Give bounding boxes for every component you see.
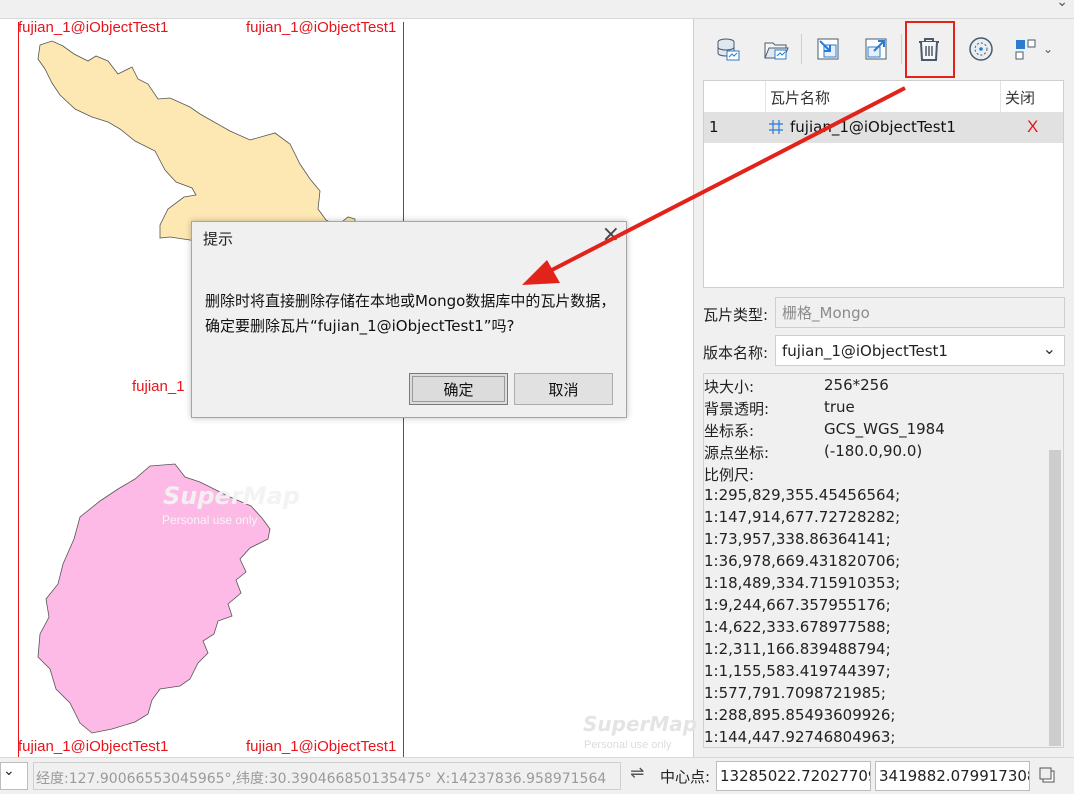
version-label: 版本名称: xyxy=(703,344,769,362)
info-value: (-180.0,90.0) xyxy=(824,442,923,460)
tile-type-label: 瓦片类型: xyxy=(703,306,769,324)
tile-label: fujian_1@iObjectTest1 xyxy=(246,738,397,755)
watermark-subtitle: Personal use only xyxy=(584,739,672,751)
ok-button[interactable]: 确定 xyxy=(409,373,508,405)
scrollbar-thumb[interactable] xyxy=(1049,450,1061,746)
scale-item: 1:36,978,669.431820706; xyxy=(704,552,901,570)
confirm-dialog: 提示 × 删除时将直接删除存储在本地或Mongo数据库中的瓦片数据，确定要删除瓦… xyxy=(191,221,627,418)
info-label: 块大小: xyxy=(704,378,755,396)
chevron-down-icon: ⌄ xyxy=(1042,42,1054,56)
row-tile-name: fujian_1@iObjectTest1 xyxy=(790,118,956,136)
col-close-header[interactable]: 关闭 xyxy=(1005,87,1035,108)
scale-item: 1:577,791.7098721985; xyxy=(704,684,886,702)
watermark-logo: SuperMap xyxy=(583,712,698,736)
scale-item: 1:144,447.92746804963; xyxy=(704,728,896,746)
globe-icon[interactable] xyxy=(962,30,1000,68)
dialog-message: 删除时将直接删除存储在本地或Mongo数据库中的瓦片数据，确定要删除瓦片“fuj… xyxy=(205,292,616,335)
tile-toolbar: ⌄ xyxy=(703,24,1068,74)
chevron-down-icon[interactable]: ⌄ xyxy=(1056,0,1068,10)
scrollbar[interactable] xyxy=(1047,374,1063,747)
chevron-down-icon: ⌄ xyxy=(1042,339,1056,358)
scale-item: 1:147,914,677.72728282; xyxy=(704,508,901,526)
dialog-title: 提示 xyxy=(203,230,234,248)
center-x-input[interactable]: 13285022.72027709 xyxy=(716,761,871,791)
scale-item: 1:73,957,338.86364141; xyxy=(704,530,891,548)
info-label: 源点坐标: xyxy=(704,444,770,462)
scale-item: 1:1,155,583.419744397; xyxy=(704,662,891,680)
tile-label: fujian_1@iObjectTest1 xyxy=(246,19,397,36)
version-value: fujian_1@iObjectTest1 xyxy=(782,341,948,360)
tile-label: fujian_1@iObjectTest1 xyxy=(18,738,169,755)
close-icon[interactable]: × xyxy=(602,222,620,248)
folder-open-icon[interactable] xyxy=(757,30,795,68)
info-value: 256*256 xyxy=(824,376,889,394)
col-name-header[interactable]: 瓦片名称 xyxy=(770,87,830,108)
swap-icon[interactable]: ⇌ xyxy=(630,763,644,783)
top-strip xyxy=(0,0,1074,19)
info-value: true xyxy=(824,398,855,416)
mouse-coordinates: 经度:127.90066553045965°,纬度:30.39046685013… xyxy=(33,762,621,790)
grid-icon xyxy=(768,119,784,139)
chevron-down-icon: ⌄ xyxy=(3,763,15,779)
tile-info-panel: 块大小: 256*256 背景透明: true 坐标系: GCS_WGS_198… xyxy=(703,373,1064,748)
scale-item: 1:288,895.85493609926; xyxy=(704,706,896,724)
watermark-subtitle: Personal use only xyxy=(162,513,258,527)
row-index: 1 xyxy=(709,118,719,136)
scale-item: 1:18,489,334.715910353; xyxy=(704,574,901,592)
tile-list-table: 瓦片名称 关闭 1 fujian_1@iObjectTest1 X xyxy=(703,80,1064,288)
watermark-logo: SuperMap xyxy=(163,482,300,510)
version-select[interactable]: fujian_1@iObjectTest1 ⌄ xyxy=(775,335,1065,366)
layout-icon[interactable]: ⌄ xyxy=(1008,30,1058,68)
center-label: 中心点: xyxy=(660,768,711,786)
info-label: 比例尺: xyxy=(704,466,755,484)
info-value: GCS_WGS_1984 xyxy=(824,420,945,438)
tile-label: fujian_1@iObjectTest1 xyxy=(18,19,169,36)
scale-item: 1:4,622,333.678977588; xyxy=(704,618,891,636)
close-row-button[interactable]: X xyxy=(1027,117,1038,137)
scale-item: 1:9,244,667.357955176; xyxy=(704,596,891,614)
center-y-input[interactable]: 3419882.079917308 xyxy=(875,761,1030,791)
scale-item: 1:2,311,166.839488794; xyxy=(704,640,891,658)
export-icon[interactable] xyxy=(857,30,895,68)
database-icon[interactable] xyxy=(709,30,747,68)
scale-item: 1:295,829,355.45456564; xyxy=(704,486,901,504)
import-icon[interactable] xyxy=(809,30,847,68)
tile-label: fujian_1 xyxy=(132,378,185,395)
table-header: 瓦片名称 关闭 xyxy=(704,81,1063,113)
scale-select[interactable]: ⌄ xyxy=(0,762,28,790)
delete-highlight-box xyxy=(905,21,955,78)
copy-icon[interactable] xyxy=(1038,766,1056,788)
info-label: 背景透明: xyxy=(704,400,770,418)
cancel-button[interactable]: 取消 xyxy=(514,373,613,405)
info-label: 坐标系: xyxy=(704,422,755,440)
tile-type-field: 栅格_Mongo xyxy=(775,297,1065,328)
status-bar: ⌄ 经度:127.90066553045965°,纬度:30.390466850… xyxy=(0,757,1074,794)
table-row[interactable]: 1 fujian_1@iObjectTest1 X xyxy=(704,112,1063,143)
